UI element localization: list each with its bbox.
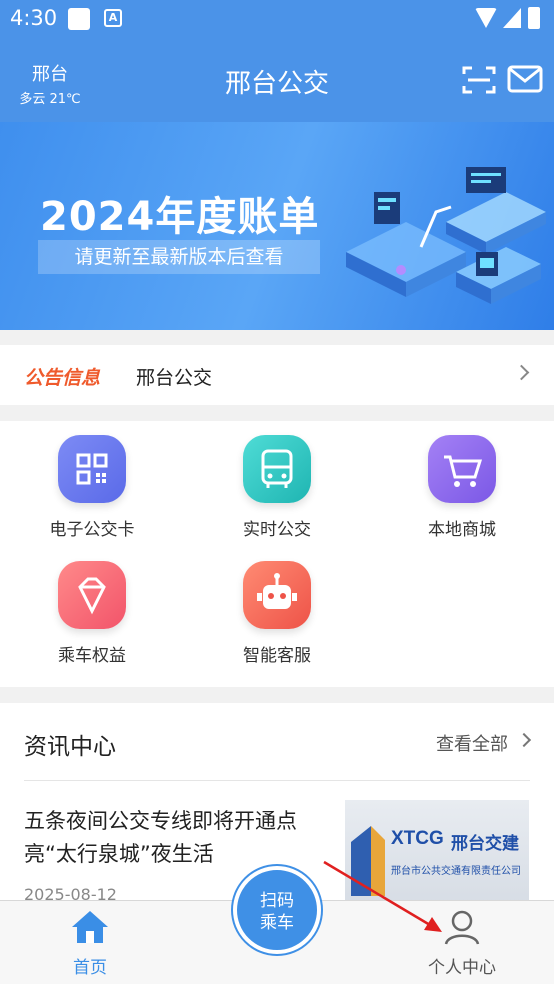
banner-headline: 2024年度账单 [40,194,320,240]
cellular-icon [503,8,521,28]
wifi-icon [475,8,497,28]
service-e-bus-card[interactable]: 电子公交卡 [17,435,167,540]
notice-tag: 公告信息 [24,367,101,389]
service-label: 乘车权益 [58,646,126,666]
service-grid: 电子公交卡 实时公交 本地商城 乘车权益 智能客服 [0,421,554,687]
annual-bill-banner[interactable]: 2024年度账单 请更新至最新版本后查看 [0,122,554,330]
news-heading: 资讯中心 [24,734,116,760]
service-label: 本地商城 [428,520,496,540]
service-label: 智能客服 [243,646,311,666]
diamond-icon [58,561,126,629]
notice-text: 邢台公交 [136,367,213,389]
notice-bar[interactable]: 公告信息 邢台公交 [0,345,554,405]
nav-personal-center[interactable]: 个人中心 [418,909,506,978]
nav-personal-center-label: 个人中心 [428,958,496,978]
service-realtime-bus[interactable]: 实时公交 [202,435,352,540]
scan-to-ride-button[interactable]: 扫码 乘车 [233,866,321,954]
thumb-brand-cn: 邢台交建 [451,834,519,854]
news-thumbnail[interactable]: XTCG 邢台交建 邢台市公共交通有限责任公司 [345,800,529,903]
service-ride-benefits[interactable]: 乘车权益 [17,561,167,666]
qr-card-icon [58,435,126,503]
a-icon: A [104,9,122,27]
service-label: 实时公交 [243,520,311,540]
user-icon [444,910,480,945]
status-bar: 4:30 A [0,0,554,36]
service-local-mall[interactable]: 本地商城 [387,435,537,540]
banner-subtitle: 请更新至最新版本后查看 [38,240,320,274]
thumb-company: 邢台市公共交通有限责任公司 [391,866,521,877]
app-header: 4:30 A 邢台 多云 21℃ 邢台公交 [0,0,554,122]
notification-icon [68,8,90,30]
cart-icon [428,435,496,503]
status-time: 4:30 [10,6,58,30]
chevron-right-icon [513,364,530,381]
scan-label-line2: 乘车 [260,913,294,933]
bus-icon [243,435,311,503]
mail-icon[interactable] [507,65,543,93]
nav-home-label: 首页 [73,958,107,978]
nav-home[interactable]: 首页 [50,909,130,978]
view-all-link[interactable]: 查看全部 [436,730,508,756]
scan-label-line1: 扫码 [260,891,294,911]
robot-icon [243,561,311,629]
service-label: 电子公交卡 [49,520,135,540]
divider [24,780,530,781]
scan-icon[interactable] [462,65,496,95]
battery-icon [528,7,540,29]
chevron-right-icon [516,732,532,748]
thumb-brand: XTCG [391,828,444,849]
service-smart-support[interactable]: 智能客服 [202,561,352,666]
home-icon [72,911,108,943]
news-article-title[interactable]: 五条夜间公交专线即将开通点亮“太行泉城”夜生活 [24,805,324,871]
isometric-illustration-icon [346,167,546,304]
